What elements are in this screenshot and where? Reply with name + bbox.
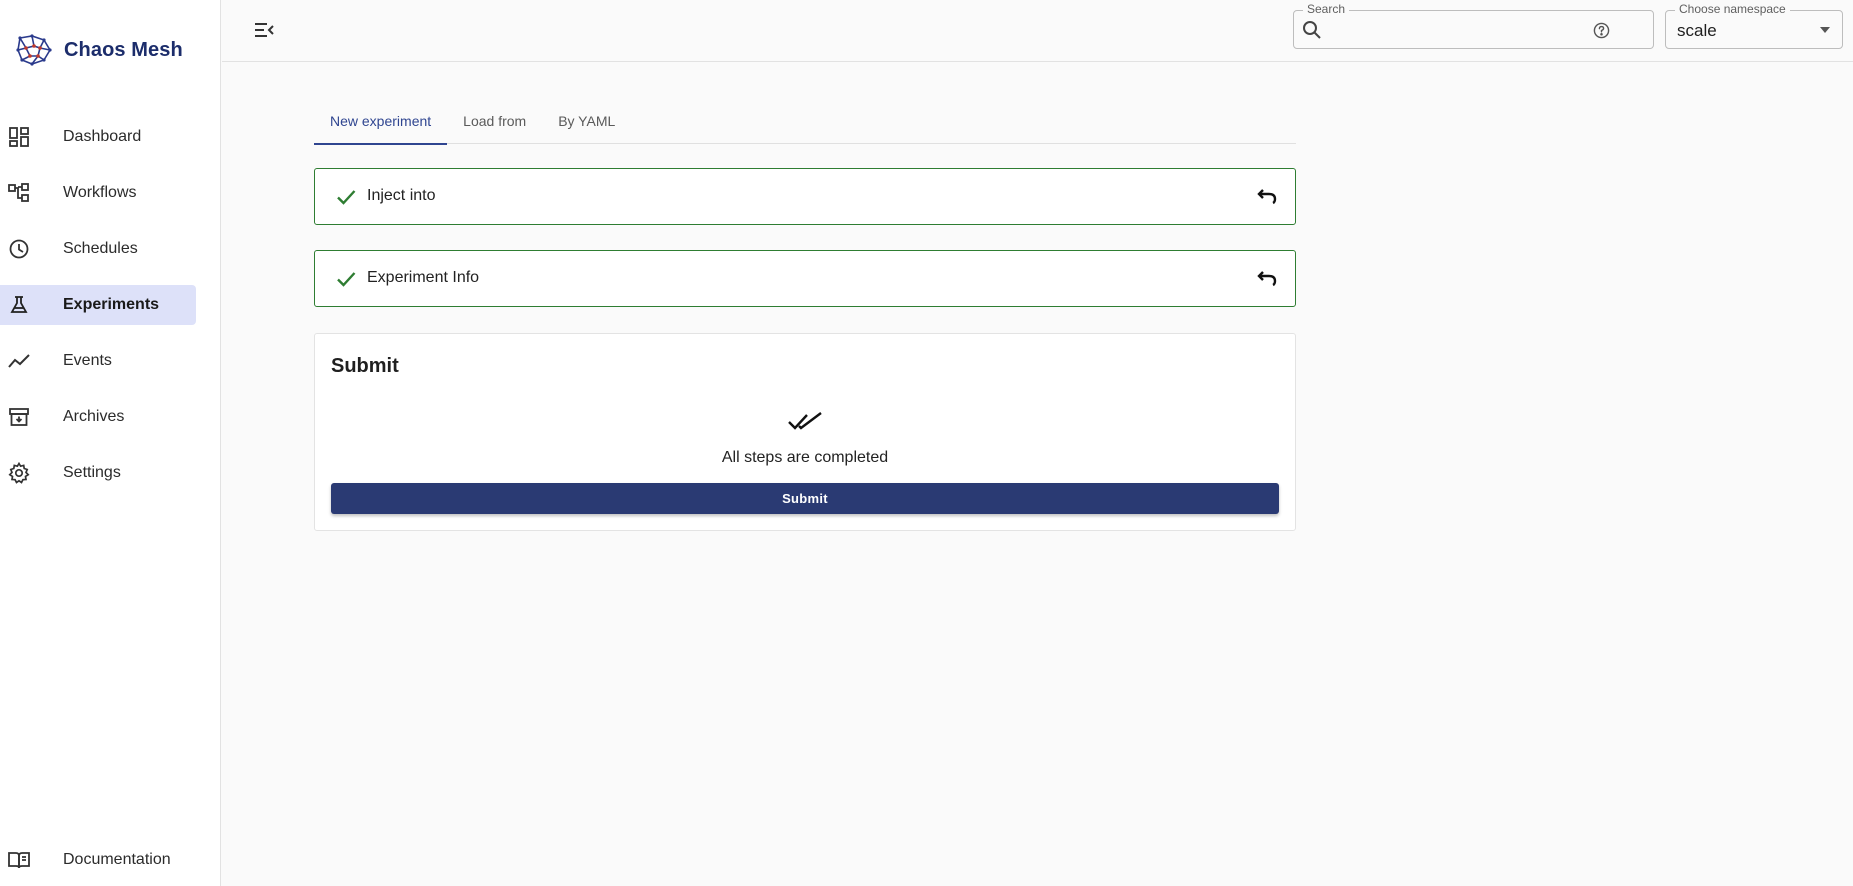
trend-icon [8,350,30,372]
help-icon[interactable] [1593,22,1610,39]
menu-collapse-icon [255,23,274,37]
sidebar-item-experiments[interactable]: Experiments [0,285,196,325]
submit-button[interactable]: Submit [331,483,1279,514]
step-inject-into[interactable]: Inject into [314,168,1296,225]
search-input[interactable] [1328,17,1598,43]
sidebar-item-dashboard[interactable]: Dashboard [0,117,196,157]
tab-load-from[interactable]: Load from [447,98,542,144]
namespace-select[interactable]: Choose namespace scale [1665,2,1843,49]
sidebar-item-label: Settings [63,464,121,481]
undo-icon[interactable] [1255,185,1279,209]
sidebar: Chaos Mesh Dashboard Workflows Schedules… [0,0,221,886]
tab-by-yaml[interactable]: By YAML [542,98,631,144]
sidebar-nav: Dashboard Workflows Schedules Experiment… [0,117,221,509]
check-icon [337,272,356,287]
submit-card: Submit All steps are completed Submit [314,333,1296,531]
namespace-value: scale [1677,21,1717,40]
sidebar-item-events[interactable]: Events [0,341,196,381]
sidebar-item-label: Workflows [63,184,137,201]
menu-toggle-button[interactable] [252,18,276,42]
brand-name: Chaos Mesh [64,38,183,61]
done-all-icon [788,412,822,430]
book-icon [8,849,30,871]
brand[interactable]: Chaos Mesh [12,28,183,72]
experiment-tabs: New experiment Load from By YAML [314,98,1296,145]
search-field[interactable]: Search [1293,2,1654,49]
chaos-mesh-logo-icon [16,34,52,66]
sidebar-item-label: Events [63,352,112,369]
sidebar-item-settings[interactable]: Settings [0,453,196,493]
submit-title: Submit [331,355,399,377]
completion-message: All steps are completed [721,449,889,466]
sidebar-item-archives[interactable]: Archives [0,397,196,437]
clock-icon [8,238,30,260]
step-label: Inject into [367,187,436,204]
dashboard-icon [8,126,30,148]
sidebar-item-label: Dashboard [63,128,142,145]
workflow-icon [8,182,30,204]
sidebar-item-label: Experiments [63,296,160,313]
sidebar-item-documentation[interactable]: Documentation [0,840,196,880]
caret-down-icon [1820,27,1830,33]
flask-icon [8,294,30,316]
step-experiment-info[interactable]: Experiment Info [314,250,1296,307]
top-bar: Search Choose namespace scale [222,0,1853,62]
namespace-label: Choose namespace [1675,2,1790,16]
undo-icon[interactable] [1255,267,1279,291]
search-label: Search [1303,2,1350,16]
step-label: Experiment Info [367,269,480,286]
check-icon [337,190,356,205]
sidebar-item-label: Schedules [63,240,138,257]
archive-icon [8,406,30,428]
search-icon [1303,21,1321,39]
sidebar-item-label: Documentation [63,851,171,868]
gear-icon [8,462,30,484]
sidebar-item-schedules[interactable]: Schedules [0,229,196,269]
sidebar-item-label: Archives [63,408,125,425]
tab-new-experiment[interactable]: New experiment [314,98,448,145]
sidebar-item-workflows[interactable]: Workflows [0,173,196,213]
